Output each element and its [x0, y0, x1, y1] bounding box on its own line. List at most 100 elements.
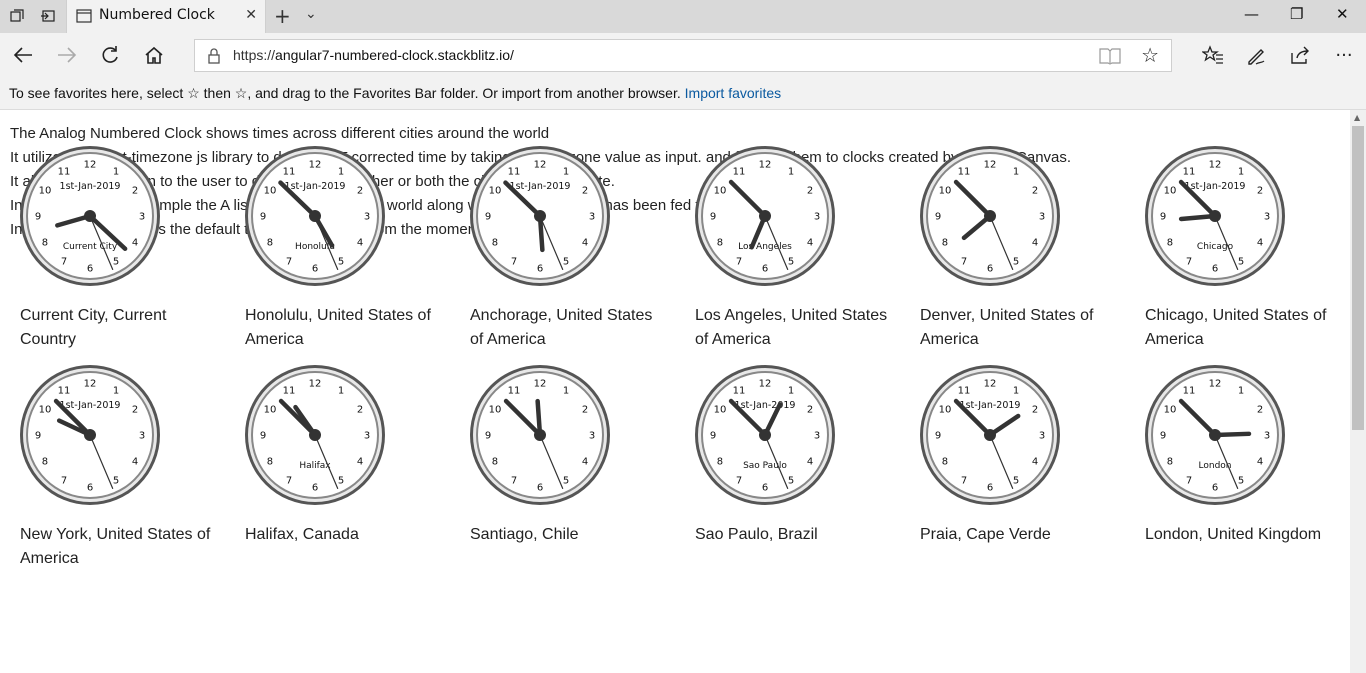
clock-caption: Denver, United States of America: [920, 307, 1094, 348]
new-tab-icon[interactable]: +: [274, 4, 291, 28]
clock-number: 1: [788, 166, 794, 177]
more-button[interactable]: ···: [1331, 43, 1357, 67]
clock-number: 5: [1238, 257, 1244, 268]
url-scheme: https://: [233, 47, 276, 63]
clock-number: 3: [364, 431, 370, 442]
clock-number: 4: [357, 238, 363, 249]
clock-number: 11: [508, 385, 521, 396]
analog-clock: 1212345678910111st-Jan-2019Current City: [20, 146, 160, 286]
clock-number: 2: [1032, 405, 1038, 416]
clock-number: 12: [309, 379, 322, 390]
tab-numbered-clock[interactable]: Numbered Clock ✕: [66, 0, 266, 33]
clock-number: 10: [264, 186, 277, 197]
clock-number: 11: [958, 385, 971, 396]
web-note-button[interactable]: [1243, 43, 1269, 67]
clock-number: 9: [35, 212, 41, 223]
reading-view-icon[interactable]: [1099, 47, 1121, 65]
analog-clock: 1212345678910111st-Jan-2019: [470, 146, 610, 286]
analog-clock: 1212345678910111st-Jan-2019Sao Paulo: [695, 365, 835, 505]
clock-number: 1: [1238, 385, 1244, 396]
minimize-icon[interactable]: —: [1244, 5, 1259, 23]
tab-title: Numbered Clock: [99, 7, 215, 23]
refresh-button[interactable]: [97, 43, 123, 67]
clock-number: 2: [582, 405, 588, 416]
clock-number: 11: [283, 166, 296, 177]
clock-caption: Sao Paulo, Brazil: [695, 526, 818, 543]
close-window-icon[interactable]: ✕: [1336, 5, 1349, 23]
clock-number: 7: [511, 476, 517, 487]
clock-number: 9: [1160, 212, 1166, 223]
address-bar[interactable]: https://angular7-numbered-clock.stackbli…: [194, 39, 1172, 72]
refresh-icon: [102, 46, 118, 63]
clock-number: 2: [132, 186, 138, 197]
clock-number: 9: [710, 431, 716, 442]
clock-number: 3: [589, 212, 595, 223]
clock-number: 11: [1183, 166, 1196, 177]
home-button[interactable]: [141, 43, 167, 67]
clock-number: 8: [1167, 457, 1173, 468]
favorites-bar: To see favorites here, select ☆ then ☆, …: [0, 78, 1366, 110]
clock-number: 2: [132, 405, 138, 416]
clock-number: 7: [286, 257, 292, 268]
clock-number: 5: [113, 476, 119, 487]
clock-date: 1st-Jan-2019: [60, 181, 121, 192]
clock-number: 12: [759, 160, 772, 171]
url-text[interactable]: https://angular7-numbered-clock.stackbli…: [233, 47, 514, 63]
clock-number: 1: [563, 166, 569, 177]
favorites-hub-button[interactable]: [1200, 43, 1226, 67]
clock-number: 9: [935, 431, 941, 442]
set-tabs-aside-icon[interactable]: [37, 6, 59, 26]
scrollbar-thumb[interactable]: [1352, 126, 1364, 430]
clock-number: 8: [942, 238, 948, 249]
scroll-up-icon[interactable]: ▲: [1354, 113, 1360, 122]
clock-number: 3: [1039, 212, 1045, 223]
clock-number: 5: [788, 257, 794, 268]
arrow-right-icon: [58, 47, 77, 63]
clock-center-pin: [1209, 429, 1221, 441]
forward-button[interactable]: [54, 43, 80, 67]
back-button[interactable]: [10, 43, 36, 67]
restore-icon[interactable]: ❐: [1290, 5, 1303, 23]
clock-number: 12: [84, 379, 97, 390]
share-button[interactable]: [1287, 43, 1313, 67]
favorite-star-icon[interactable]: ☆: [1141, 43, 1159, 67]
clock-number: 6: [87, 483, 93, 494]
clock-number: 11: [508, 166, 521, 177]
close-tab-icon[interactable]: ✕: [245, 7, 257, 23]
analog-clock: 121234567891011: [920, 146, 1060, 286]
clock-center-pin: [984, 210, 996, 222]
clock-caption: Chicago, United States of America: [1145, 307, 1327, 348]
clock-number: 7: [61, 257, 67, 268]
clock-number: 6: [762, 264, 768, 275]
analog-clock: 1212345678910111st-Jan-2019: [920, 365, 1060, 505]
clock-number: 10: [39, 405, 52, 416]
clock-number: 10: [489, 405, 502, 416]
clock-number: 6: [1212, 483, 1218, 494]
home-icon: [145, 46, 163, 64]
tab-actions-icon[interactable]: [6, 6, 28, 26]
clock-date: 1st-Jan-2019: [1185, 181, 1246, 192]
clock-number: 7: [961, 476, 967, 487]
clock-number: 2: [357, 405, 363, 416]
clock-number: 5: [1013, 476, 1019, 487]
clock-number: 11: [733, 166, 746, 177]
clock-number: 12: [534, 379, 547, 390]
clock-number: 11: [733, 385, 746, 396]
clock-caption: Santiago, Chile: [470, 526, 579, 543]
clock-center-pin: [984, 429, 996, 441]
clock-number: 1: [788, 385, 794, 396]
clock-center-pin: [309, 429, 321, 441]
clock-center-pin: [84, 429, 96, 441]
clock-number: 11: [958, 166, 971, 177]
import-favorites-link[interactable]: Import favorites: [685, 85, 781, 101]
page-content: The Analog Numbered Clock shows times ac…: [0, 110, 1350, 673]
url-host: angular7-numbered-clock.stackblitz.io/: [275, 47, 514, 63]
clock-number: 7: [286, 476, 292, 487]
analog-clock: 1212345678910111st-Jan-2019: [20, 365, 160, 505]
clock-number: 8: [717, 457, 723, 468]
chevron-down-icon[interactable]: ⌄: [305, 6, 317, 22]
clock-number: 8: [492, 457, 498, 468]
vertical-scrollbar[interactable]: ▲: [1350, 110, 1366, 673]
lock-icon[interactable]: [207, 48, 221, 64]
clock-caption: London, United Kingdom: [1145, 526, 1322, 543]
